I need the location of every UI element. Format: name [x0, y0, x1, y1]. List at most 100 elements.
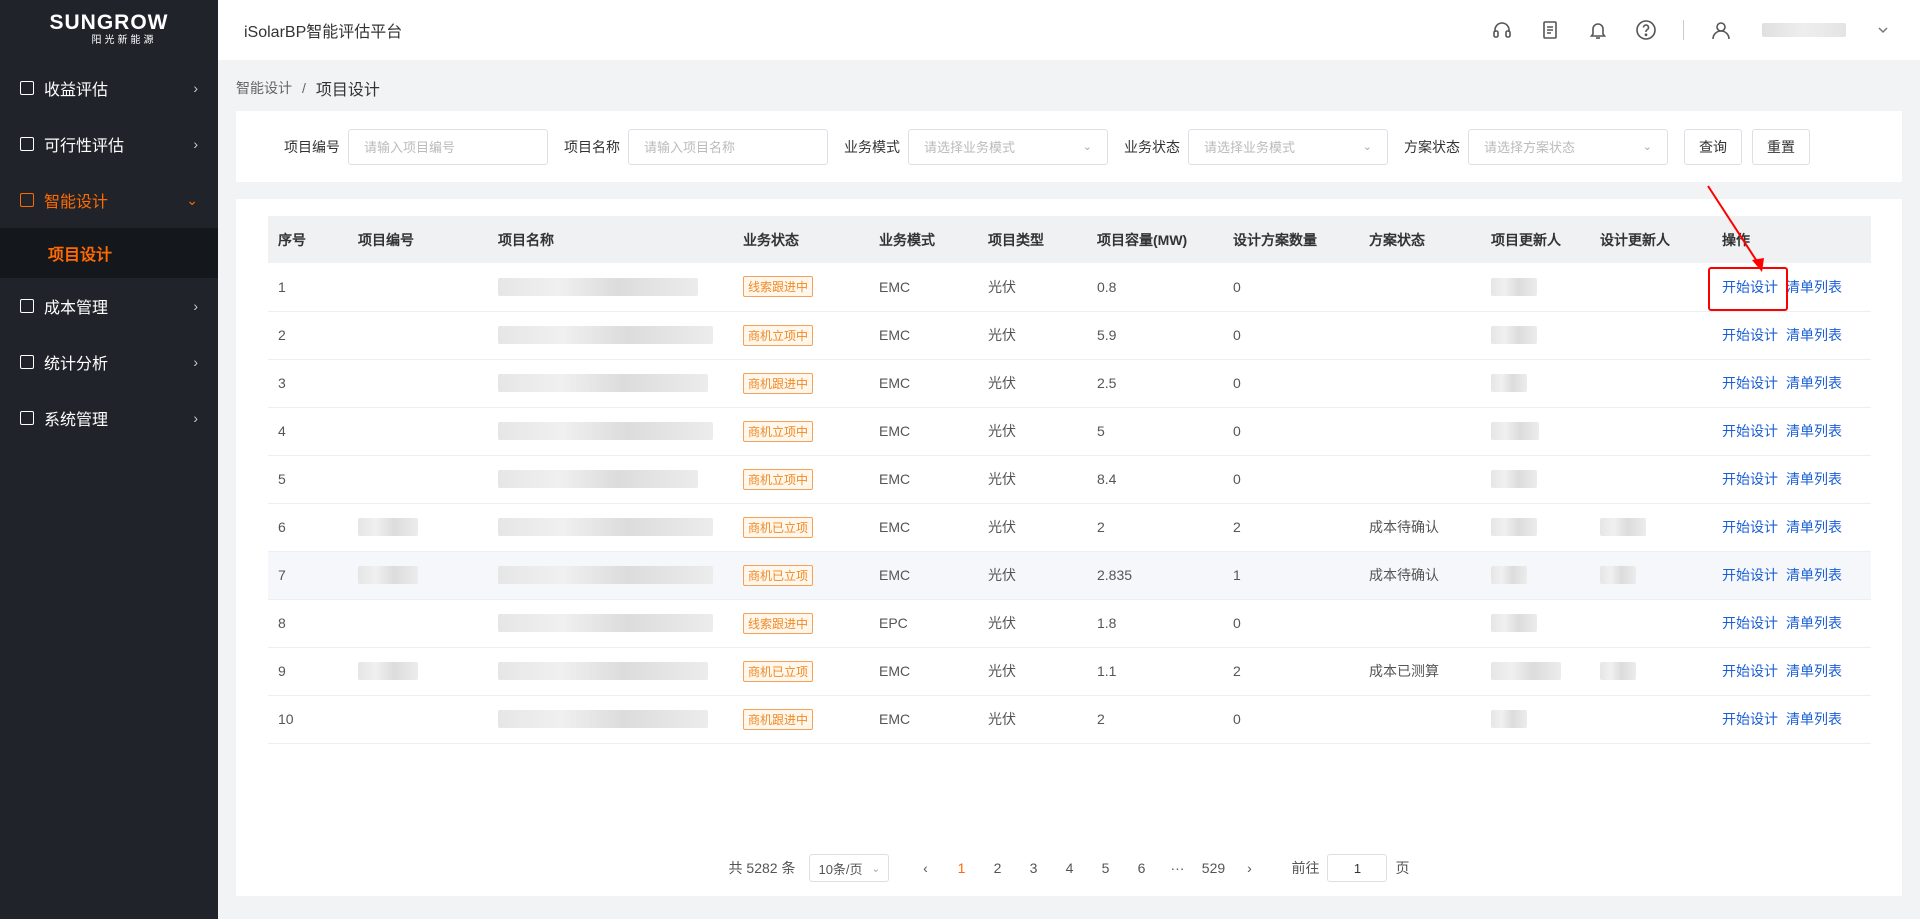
cell-project-type: 光伏 [978, 263, 1087, 312]
help-icon[interactable] [1635, 19, 1657, 41]
document-icon[interactable] [1539, 19, 1561, 41]
page-size-select[interactable]: 10条/页 ⌄ [809, 854, 890, 882]
cell-plan-status [1359, 359, 1481, 408]
chart-icon [20, 137, 34, 151]
bell-icon[interactable] [1587, 19, 1609, 41]
start-design-link[interactable]: 开始设计 [1722, 279, 1778, 295]
sidebar-item-revenue[interactable]: 收益评估 › [0, 60, 218, 116]
table-row: 5 商机立项中 EMC 光伏 8.4 0 开始设计 清单列表 [268, 455, 1871, 504]
cell-biz-status: 商机跟进中 [733, 695, 869, 744]
plan-status-select[interactable]: 请选择方案状态 ⌄ [1468, 128, 1668, 165]
sidebar-item-stats[interactable]: 统计分析 › [0, 334, 218, 390]
cell-design-updater [1590, 311, 1712, 360]
cell-actions: 开始设计 清单列表 [1712, 263, 1871, 312]
design-icon [20, 193, 34, 207]
next-page-button[interactable]: › [1231, 860, 1267, 876]
page-number[interactable]: 5 [1087, 860, 1123, 876]
start-design-link[interactable]: 开始设计 [1722, 327, 1778, 343]
biz-status-select[interactable]: 请选择业务模式 ⌄ [1188, 128, 1388, 165]
status-badge: 商机立项中 [743, 420, 814, 442]
cell-project-type: 光伏 [978, 599, 1087, 648]
status-badge: 商机立项中 [743, 468, 814, 490]
cell-project-updater [1481, 503, 1590, 552]
chevron-right-icon: › [193, 298, 198, 314]
sidebar-item-cost[interactable]: 成本管理 › [0, 278, 218, 334]
bom-list-link[interactable]: 清单列表 [1786, 519, 1842, 535]
breadcrumb-parent[interactable]: 智能设计 [236, 78, 292, 98]
redacted-text [1491, 566, 1527, 585]
chevron-down-icon: ⌄ [1082, 141, 1092, 153]
cell-biz-status: 商机立项中 [733, 407, 869, 456]
chevron-down-icon: ⌄ [1362, 141, 1372, 153]
page-number[interactable]: 3 [1015, 860, 1051, 876]
chevron-down-icon[interactable] [1872, 19, 1894, 41]
col-header-plan-count: 设计方案数量 [1223, 216, 1359, 263]
redacted-text [358, 566, 418, 585]
bom-list-link[interactable]: 清单列表 [1786, 423, 1842, 439]
bom-list-link[interactable]: 清单列表 [1786, 375, 1842, 391]
sidebar-item-feasibility[interactable]: 可行性评估 › [0, 116, 218, 172]
redacted-text [358, 518, 418, 537]
cell-no: 6 [268, 503, 348, 552]
table-row: 4 商机立项中 EMC 光伏 5 0 开始设计 清单列表 [268, 407, 1871, 456]
headset-icon[interactable] [1491, 19, 1513, 41]
bom-list-link[interactable]: 清单列表 [1786, 663, 1842, 679]
project-name-input[interactable]: 请输入项目名称 [628, 128, 828, 165]
start-design-link[interactable]: 开始设计 [1722, 375, 1778, 391]
bom-list-link[interactable]: 清单列表 [1786, 471, 1842, 487]
user-name-redacted[interactable] [1762, 23, 1846, 37]
page-number[interactable]: 2 [979, 860, 1015, 876]
page-number[interactable]: 4 [1051, 860, 1087, 876]
bom-list-link[interactable]: 清单列表 [1786, 279, 1842, 295]
cell-project-type: 光伏 [978, 695, 1087, 744]
cell-project-updater [1481, 407, 1590, 456]
user-icon[interactable] [1710, 19, 1732, 41]
prev-page-button[interactable]: ‹ [907, 860, 943, 876]
cell-project-no [348, 359, 488, 408]
page-number[interactable]: 6 [1123, 860, 1159, 876]
cell-no: 5 [268, 455, 348, 504]
biz-mode-select[interactable]: 请选择业务模式 ⌄ [908, 128, 1108, 165]
reset-button[interactable]: 重置 [1752, 128, 1810, 165]
sidebar-item-label: 成本管理 [44, 300, 109, 317]
cell-biz-mode: EMC [869, 263, 978, 312]
start-design-link[interactable]: 开始设计 [1722, 663, 1778, 679]
col-header-capacity: 项目容量(MW) [1087, 216, 1223, 263]
page-number[interactable]: 1 [943, 860, 979, 876]
start-design-link[interactable]: 开始设计 [1722, 471, 1778, 487]
cell-actions: 开始设计 清单列表 [1712, 551, 1871, 600]
start-design-link[interactable]: 开始设计 [1722, 423, 1778, 439]
start-design-link[interactable]: 开始设计 [1722, 711, 1778, 727]
project-no-input[interactable]: 请输入项目编号 [348, 128, 548, 165]
start-design-link[interactable]: 开始设计 [1722, 615, 1778, 631]
table-row: 2 商机立项中 EMC 光伏 5.9 0 开始设计 清单列表 [268, 311, 1871, 360]
goto-page-input[interactable] [1327, 854, 1388, 882]
start-design-link[interactable]: 开始设计 [1722, 519, 1778, 535]
cell-plan-count: 0 [1223, 359, 1359, 408]
cell-capacity: 5 [1087, 407, 1223, 456]
cell-plan-status [1359, 311, 1481, 360]
cell-project-type: 光伏 [978, 455, 1087, 504]
cell-no: 4 [268, 407, 348, 456]
cell-project-name [488, 359, 733, 408]
bom-list-link[interactable]: 清单列表 [1786, 327, 1842, 343]
page-ellipsis[interactable]: ··· [1159, 860, 1195, 876]
sidebar-item-label: 智能设计 [44, 194, 109, 211]
bom-list-link[interactable]: 清单列表 [1786, 711, 1842, 727]
logo: SUNGROW 阳光新能源 [0, 0, 218, 60]
sidebar-subitem-project-design[interactable]: 项目设计 [0, 228, 218, 278]
page-number[interactable]: 529 [1195, 860, 1231, 876]
logo-main: SUNGROW [49, 11, 169, 34]
sidebar-item-system[interactable]: 系统管理 › [0, 390, 218, 446]
bom-list-link[interactable]: 清单列表 [1786, 567, 1842, 583]
cell-design-updater [1590, 407, 1712, 456]
cell-design-updater [1590, 359, 1712, 408]
sidebar-item-smart-design[interactable]: 智能设计 ⌄ [0, 172, 218, 228]
query-button[interactable]: 查询 [1684, 128, 1742, 165]
cell-project-name [488, 503, 733, 552]
bom-list-link[interactable]: 清单列表 [1786, 615, 1842, 631]
col-header-biz-status: 业务状态 [733, 216, 869, 263]
cell-project-no [348, 263, 488, 312]
cell-capacity: 2.5 [1087, 359, 1223, 408]
start-design-link[interactable]: 开始设计 [1722, 567, 1778, 583]
